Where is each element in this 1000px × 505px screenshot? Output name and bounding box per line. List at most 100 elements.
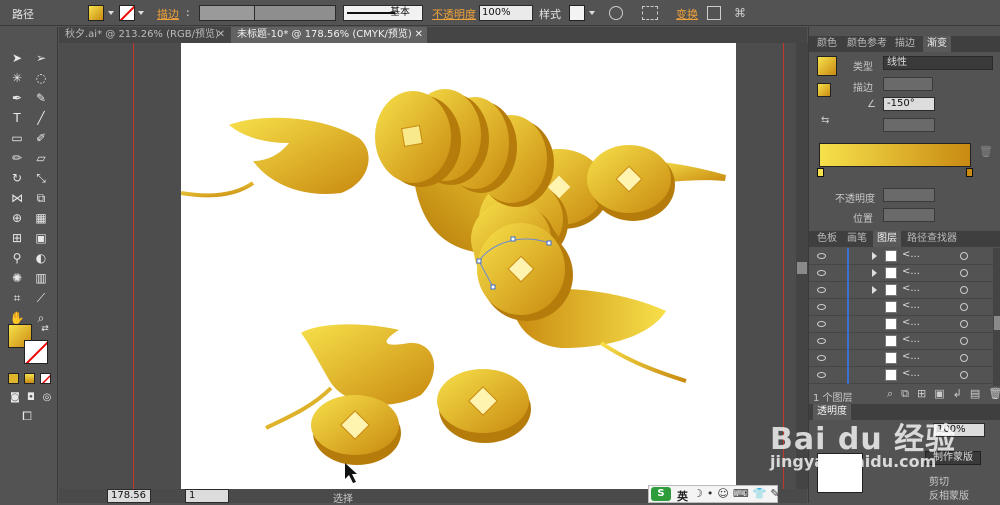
- chevron-down-icon[interactable]: [138, 11, 144, 15]
- target-icon[interactable]: [960, 252, 968, 260]
- screen-mode-icon[interactable]: ⧠: [16, 407, 38, 425]
- stroke-label[interactable]: 描边: [157, 6, 179, 22]
- free-transform-tool-icon[interactable]: ⧉: [30, 189, 52, 207]
- target-icon[interactable]: [960, 286, 968, 294]
- eye-icon[interactable]: [817, 287, 826, 293]
- width-tool-icon[interactable]: ⋈: [6, 189, 28, 207]
- shape-builder-tool-icon[interactable]: ⊕: [6, 209, 28, 227]
- eye-icon[interactable]: [817, 253, 826, 259]
- artboard-tool-icon[interactable]: ⌗: [6, 289, 28, 307]
- expand-icon[interactable]: [872, 269, 877, 277]
- expand-icon[interactable]: [872, 286, 877, 294]
- layers-scrollbar[interactable]: [993, 248, 1000, 386]
- layer-row[interactable]: <...: [809, 350, 993, 367]
- swap-colors-icon[interactable]: ⇄: [34, 320, 56, 338]
- layer-row[interactable]: <...: [809, 333, 993, 350]
- tab-document-2[interactable]: 未标题-10* @ 178.56% (CMYK/预览) ✕: [231, 27, 427, 43]
- close-icon[interactable]: ✕: [415, 27, 423, 43]
- gradient-preview-swatch[interactable]: [817, 56, 837, 76]
- paintbrush-tool-icon[interactable]: ✐: [30, 129, 52, 147]
- scroll-thumb[interactable]: [797, 262, 807, 274]
- zoom-field[interactable]: 178.56: [107, 489, 151, 503]
- ime-language[interactable]: 英: [677, 488, 688, 504]
- expand-icon[interactable]: [872, 252, 877, 260]
- gradient-opacity-field[interactable]: [883, 188, 935, 202]
- target-icon[interactable]: [960, 371, 968, 379]
- eye-icon[interactable]: [817, 321, 826, 327]
- layer-row[interactable]: <...: [809, 299, 993, 316]
- layers-footer-icons[interactable]: ⌕⧉⊞▣↲▤🗑: [887, 387, 1000, 401]
- tab-gradient[interactable]: 渐变: [923, 36, 951, 52]
- layer-row[interactable]: <...: [809, 316, 993, 333]
- brush-profile-dropdown[interactable]: 基本: [343, 5, 423, 21]
- close-icon[interactable]: ✕: [217, 27, 225, 43]
- layer-row[interactable]: <...: [809, 248, 993, 265]
- symbol-sprayer-tool-icon[interactable]: ✺: [6, 269, 28, 287]
- blend-tool-icon[interactable]: ◐: [30, 249, 52, 267]
- gradient-slider[interactable]: [819, 143, 971, 167]
- reverse-gradient-icon[interactable]: ⇆: [821, 115, 829, 126]
- align-icon[interactable]: [642, 6, 658, 20]
- gradient-stop-start[interactable]: [817, 168, 824, 177]
- fill-stroke-mini-icon[interactable]: [817, 83, 831, 97]
- isolate-icon[interactable]: [707, 6, 721, 20]
- tab-swatches[interactable]: 色板: [813, 231, 841, 247]
- eye-icon[interactable]: [817, 372, 826, 378]
- rotate-tool-icon[interactable]: ↻: [6, 169, 28, 187]
- ime-logo-icon[interactable]: S: [651, 487, 671, 501]
- curvature-tool-icon[interactable]: ✎: [30, 89, 52, 107]
- tab-color[interactable]: 颜色: [813, 36, 841, 52]
- selection-tool-icon[interactable]: ➤: [6, 49, 28, 67]
- fill-swatch[interactable]: [88, 5, 104, 21]
- trash-icon[interactable]: 🗑: [979, 145, 993, 158]
- eye-icon[interactable]: [817, 270, 826, 276]
- rectangle-tool-icon[interactable]: ▭: [6, 129, 28, 147]
- chevron-down-icon[interactable]: [108, 11, 114, 15]
- eye-icon[interactable]: [817, 304, 826, 310]
- aspect-ratio-field[interactable]: [883, 118, 935, 132]
- gradient-mode-icon[interactable]: [24, 373, 35, 384]
- artboard[interactable]: [180, 43, 736, 489]
- eye-icon[interactable]: [817, 338, 826, 344]
- mesh-tool-icon[interactable]: ⊞: [6, 229, 28, 247]
- stroke-color-box[interactable]: [24, 340, 48, 364]
- target-icon[interactable]: [960, 320, 968, 328]
- slice-tool-icon[interactable]: ⟋: [30, 289, 52, 307]
- column-graph-tool-icon[interactable]: ▥: [30, 269, 52, 287]
- tab-brushes[interactable]: 画笔: [843, 231, 871, 247]
- style-swatch[interactable]: [569, 5, 585, 21]
- perspective-grid-tool-icon[interactable]: ▦: [30, 209, 52, 227]
- tab-stroke[interactable]: 描边: [891, 36, 919, 52]
- layer-row[interactable]: <...: [809, 265, 993, 282]
- layer-row[interactable]: <...: [809, 282, 993, 299]
- variable-width-dropdown[interactable]: [254, 5, 336, 21]
- tab-pathfinder[interactable]: 路径查找器: [903, 231, 961, 247]
- transform-label[interactable]: 变换: [676, 6, 698, 22]
- stroke-swatch[interactable]: [119, 5, 135, 21]
- eye-icon[interactable]: [817, 355, 826, 361]
- stroke-gradient-options[interactable]: [883, 77, 933, 91]
- type-dropdown[interactable]: 线性: [883, 56, 993, 70]
- opacity-label[interactable]: 不透明度: [432, 6, 476, 22]
- type-tool-icon[interactable]: T: [6, 109, 28, 127]
- shape-builder-icon[interactable]: ⌘: [734, 6, 748, 20]
- pencil-tool-icon[interactable]: ✏: [6, 149, 28, 167]
- line-tool-icon[interactable]: ╱: [30, 109, 52, 127]
- tab-document-1[interactable]: 秋夕.ai* @ 213.26% (RGB/预览) ✕: [59, 27, 229, 43]
- target-icon[interactable]: [960, 337, 968, 345]
- eyedropper-tool-icon[interactable]: ⚲: [6, 249, 28, 267]
- position-field[interactable]: [883, 208, 935, 222]
- lasso-tool-icon[interactable]: ◌: [30, 69, 52, 87]
- angle-field[interactable]: -150°: [883, 97, 935, 111]
- scale-tool-icon[interactable]: ⤡: [30, 169, 52, 187]
- recolor-icon[interactable]: [609, 6, 623, 20]
- tab-color-guide[interactable]: 颜色参考: [843, 36, 891, 52]
- pen-tool-icon[interactable]: ✒: [6, 89, 28, 107]
- none-mode-icon[interactable]: [40, 373, 51, 384]
- target-icon[interactable]: [960, 269, 968, 277]
- direct-selection-tool-icon[interactable]: ➢: [30, 49, 52, 67]
- chevron-down-icon[interactable]: [589, 11, 595, 15]
- target-icon[interactable]: [960, 354, 968, 362]
- ime-tool-icons[interactable]: ☽•☺⌨👕✎: [693, 487, 784, 500]
- opacity-field[interactable]: 100%: [479, 5, 533, 21]
